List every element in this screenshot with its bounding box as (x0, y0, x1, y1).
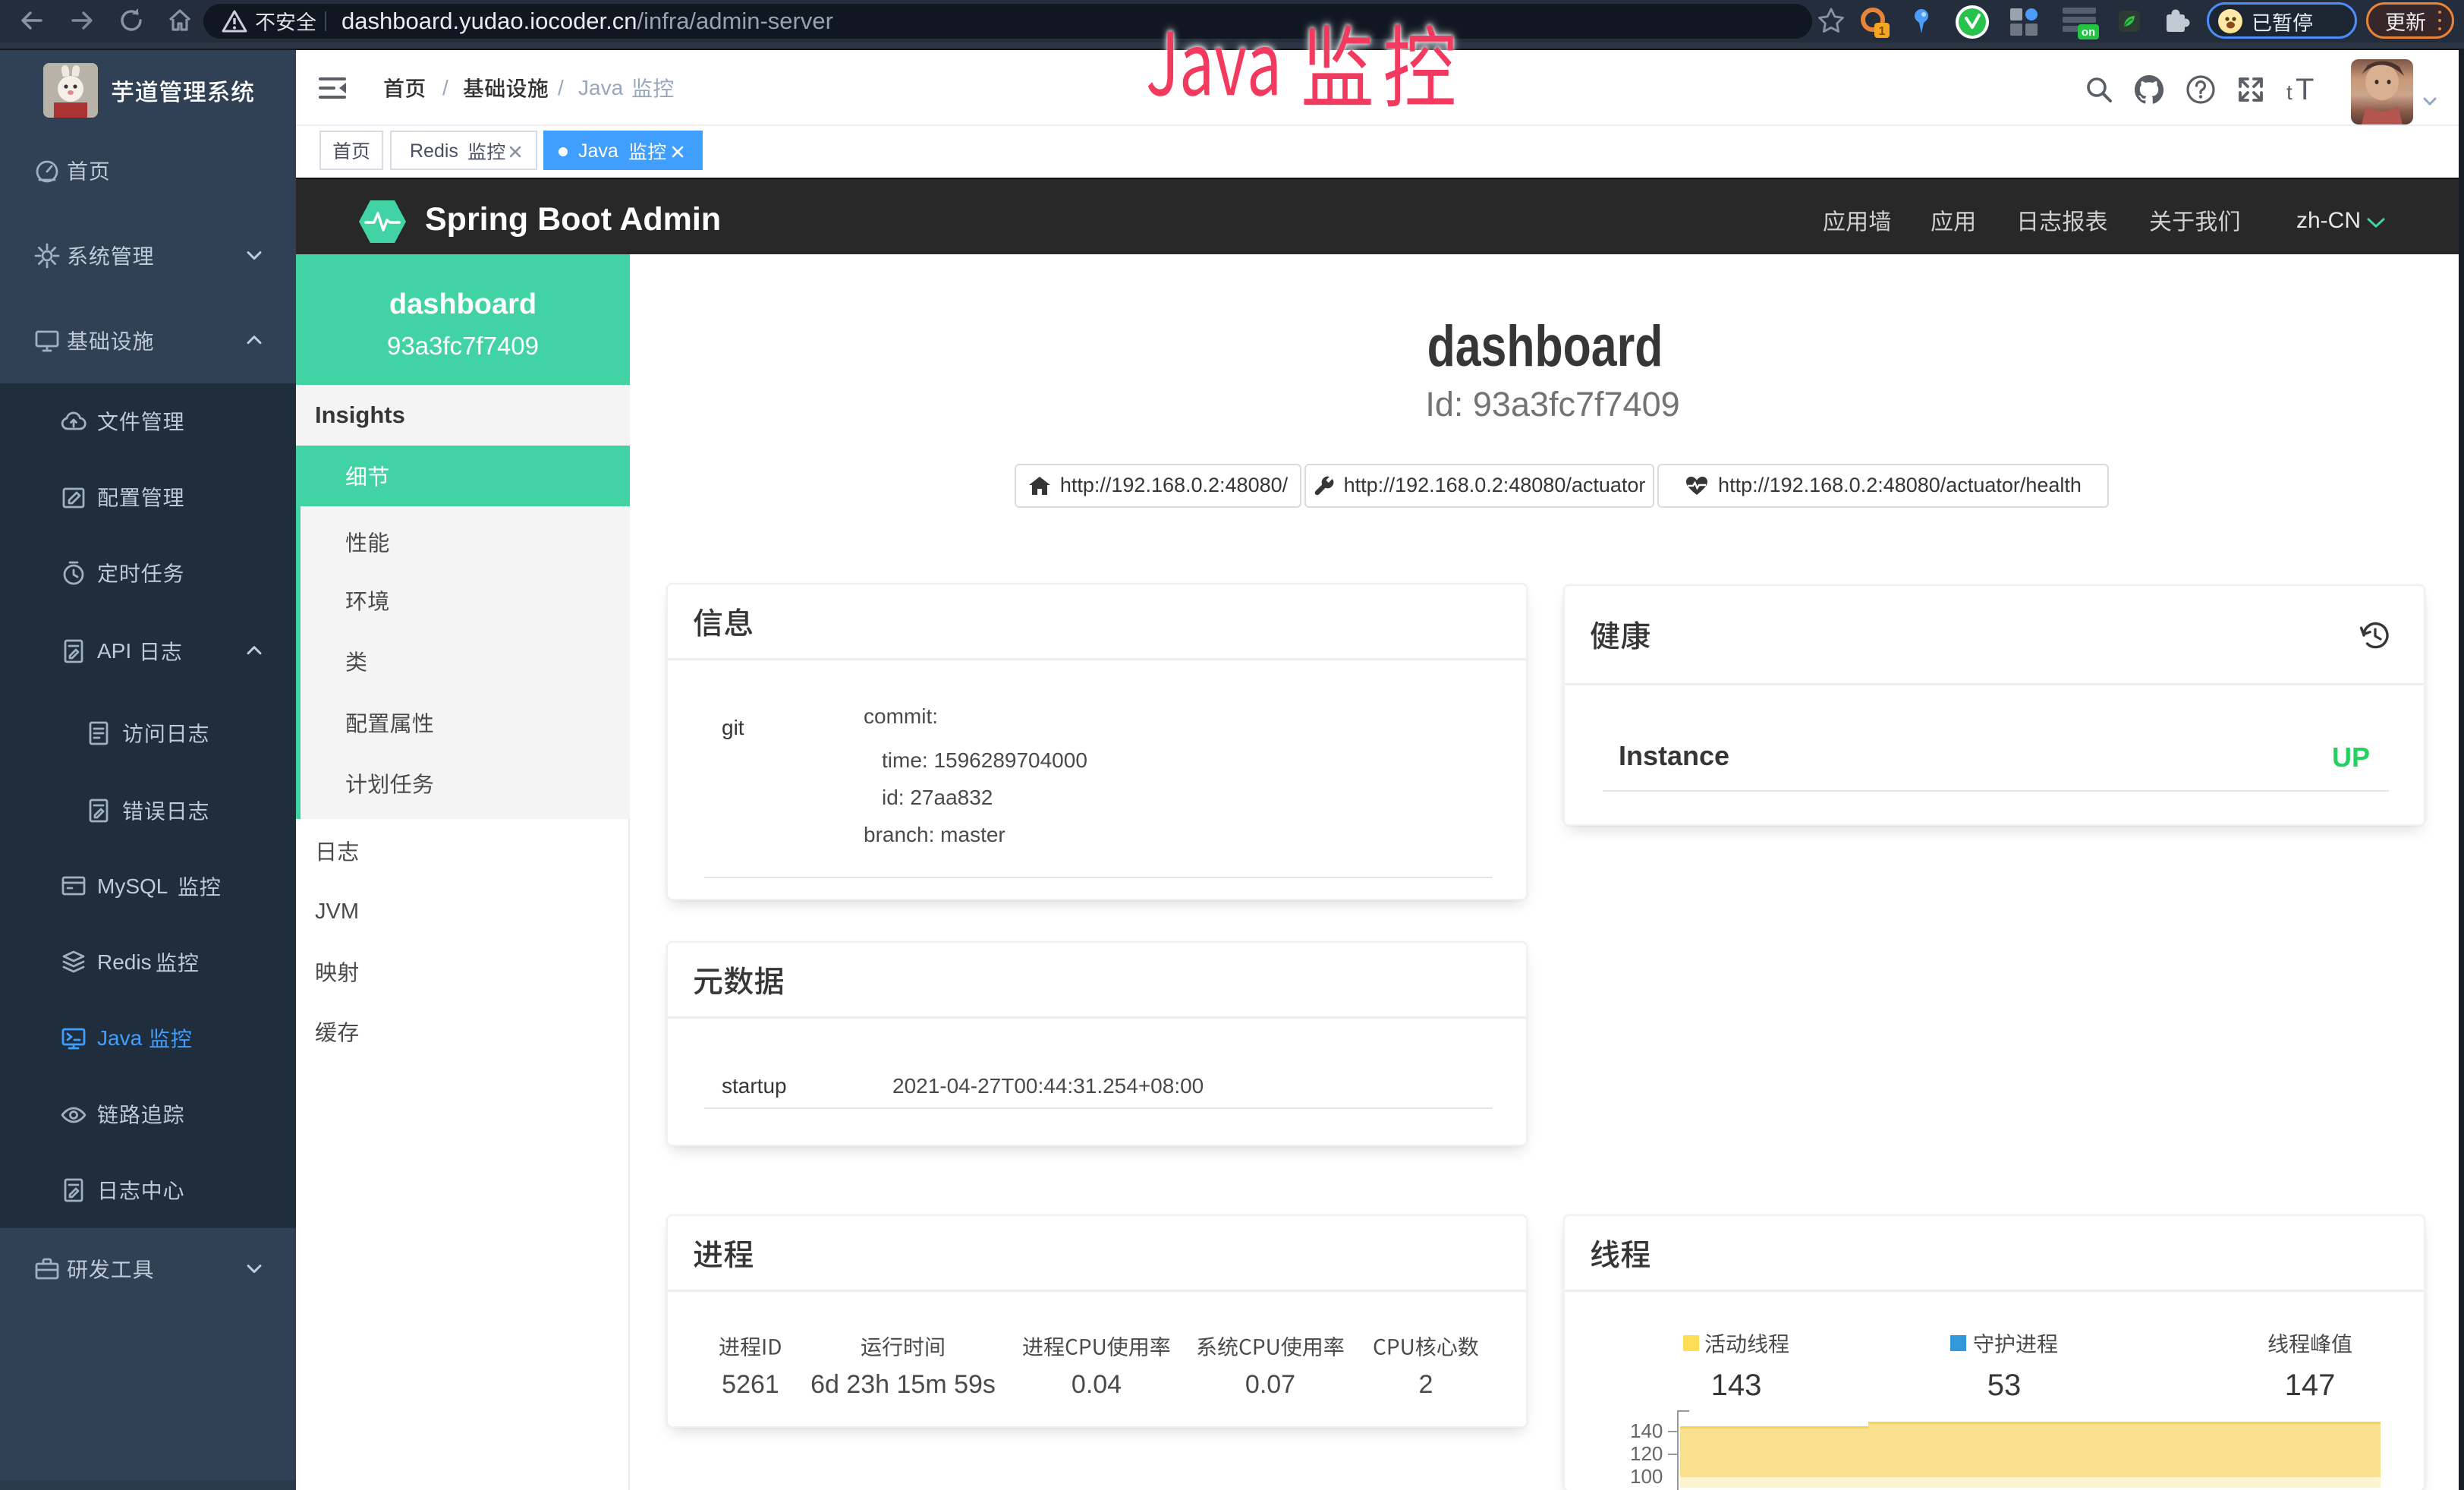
svg-text:on: on (2082, 26, 2095, 39)
svg-text:T: T (2296, 74, 2314, 105)
svg-text:t: t (2286, 80, 2292, 104)
svg-text:1: 1 (1879, 25, 1886, 38)
